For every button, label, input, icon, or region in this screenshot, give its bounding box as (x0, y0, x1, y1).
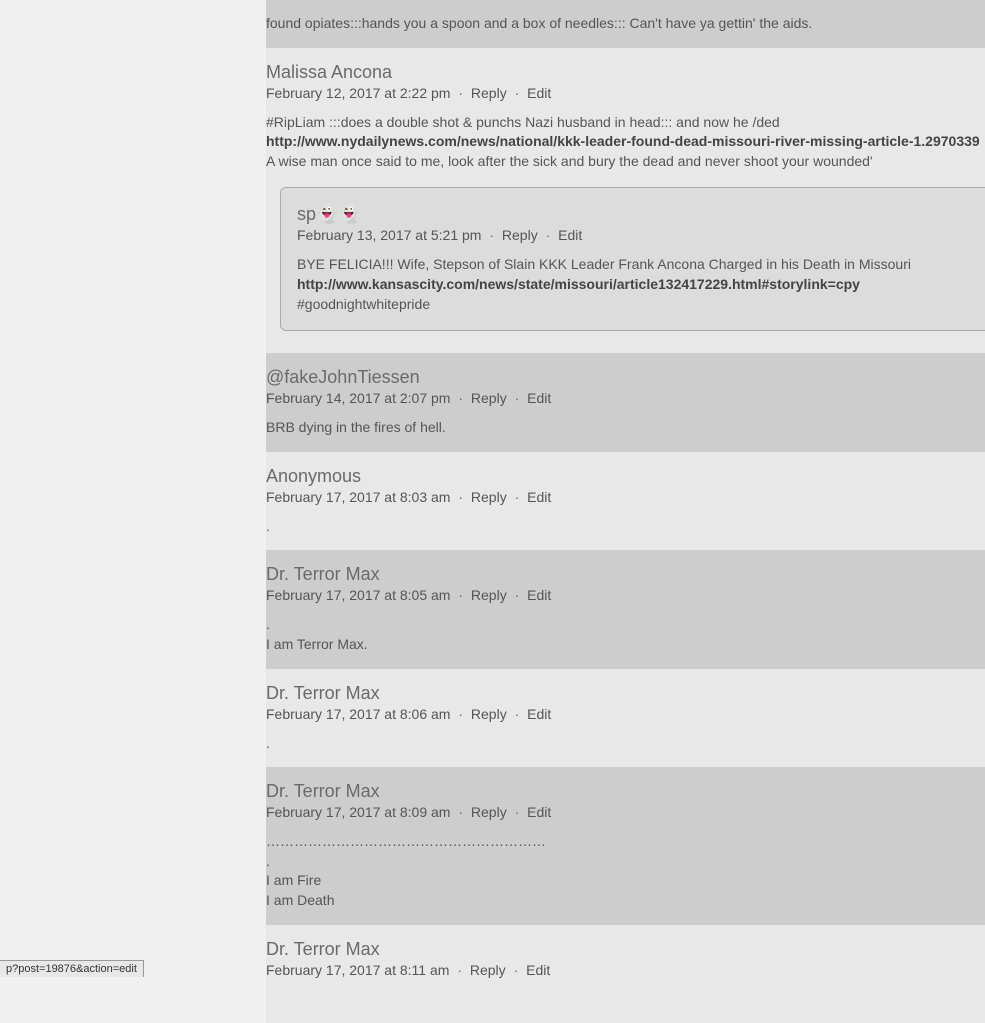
comment-author: sp👻👻 (297, 204, 985, 225)
comment-text: A wise man once said to me, look after t… (266, 152, 985, 172)
comment-text: found opiates:::hands you a spoon and a … (266, 14, 985, 34)
comment-timestamp-link[interactable]: February 17, 2017 at 8:09 am (266, 804, 450, 820)
comment-text: I am Fire (266, 871, 985, 891)
comment-timestamp-link[interactable]: February 17, 2017 at 8:06 am (266, 706, 450, 722)
reply-link[interactable]: Reply (502, 227, 538, 243)
comment: Dr. Terror Max February 17, 2017 at 8:09… (266, 767, 985, 924)
separator-icon: · (458, 390, 463, 406)
comment-text: . (266, 615, 985, 635)
separator-icon: · (515, 489, 520, 505)
comment: found opiates:::hands you a spoon and a … (266, 0, 985, 48)
comment-body: BYE FELICIA!!! Wife, Stepson of Slain KK… (297, 255, 985, 314)
comment-author: Dr. Terror Max (266, 781, 985, 802)
edit-link[interactable]: Edit (527, 804, 551, 820)
comment-author: Dr. Terror Max (266, 683, 985, 704)
edit-link[interactable]: Edit (527, 587, 551, 603)
comment-external-link[interactable]: http://www.kansascity.com/news/state/mis… (297, 276, 860, 292)
comment-text: …………………………………………………… (266, 832, 985, 852)
comment: @fakeJohnTiessen February 14, 2017 at 2:… (266, 353, 985, 452)
edit-link[interactable]: Edit (527, 390, 551, 406)
separator-icon: · (458, 587, 463, 603)
comment-meta: February 13, 2017 at 5:21 pm · Reply · E… (297, 227, 985, 243)
separator-icon: · (458, 706, 463, 722)
comment-timestamp-link[interactable]: February 17, 2017 at 8:05 am (266, 587, 450, 603)
comment-meta: February 12, 2017 at 2:22 pm · Reply · E… (266, 85, 985, 101)
comments-list: found opiates:::hands you a spoon and a … (266, 0, 985, 1023)
reply-link[interactable]: Reply (471, 489, 507, 505)
comment-text: . (266, 734, 985, 754)
comment-body (266, 990, 985, 1010)
comment: Dr. Terror Max February 17, 2017 at 8:11… (266, 925, 985, 1023)
reply-link[interactable]: Reply (470, 962, 506, 978)
comment: Malissa Ancona February 12, 2017 at 2:22… (266, 48, 985, 354)
edit-link[interactable]: Edit (526, 962, 550, 978)
reply-link[interactable]: Reply (471, 390, 507, 406)
separator-icon: · (515, 706, 520, 722)
comment-meta: February 17, 2017 at 8:05 am · Reply · E… (266, 587, 985, 603)
separator-icon: · (514, 962, 519, 978)
comment-meta: February 17, 2017 at 8:03 am · Reply · E… (266, 489, 985, 505)
separator-icon: · (458, 804, 463, 820)
comment-text: BRB dying in the fires of hell. (266, 418, 985, 438)
comment-author: @fakeJohnTiessen (266, 367, 985, 388)
comment-text: #RipLiam :::does a double shot & punchs … (266, 113, 985, 133)
edit-link[interactable]: Edit (558, 227, 582, 243)
comment-text: I am Terror Max. (266, 635, 985, 655)
separator-icon: · (458, 85, 463, 101)
comment-body: #RipLiam :::does a double shot & punchs … (266, 113, 985, 172)
comment-meta: February 14, 2017 at 2:07 pm · Reply · E… (266, 390, 985, 406)
comment: Anonymous February 17, 2017 at 8:03 am ·… (266, 452, 985, 551)
separator-icon: · (489, 227, 494, 243)
comment-text: . (266, 852, 985, 872)
separator-icon: · (515, 85, 520, 101)
comment-author: Malissa Ancona (266, 62, 985, 83)
comment-timestamp-link[interactable]: February 17, 2017 at 8:11 am (266, 962, 449, 978)
separator-icon: · (546, 227, 551, 243)
edit-link[interactable]: Edit (527, 489, 551, 505)
separator-icon: · (457, 962, 462, 978)
comment-text: . (266, 517, 985, 537)
comment-timestamp-link[interactable]: February 17, 2017 at 8:03 am (266, 489, 450, 505)
edit-link[interactable]: Edit (527, 85, 551, 101)
browser-status-bar: p?post=19876&action=edit (0, 960, 144, 977)
comment-body: BRB dying in the fires of hell. (266, 418, 985, 438)
reply-link[interactable]: Reply (471, 706, 507, 722)
comment-timestamp-link[interactable]: February 12, 2017 at 2:22 pm (266, 85, 450, 101)
reply-link[interactable]: Reply (471, 587, 507, 603)
comment-body: . (266, 734, 985, 754)
comment-body: .I am Terror Max. (266, 615, 985, 654)
separator-icon: · (458, 489, 463, 505)
comment: Dr. Terror Max February 17, 2017 at 8:05… (266, 550, 985, 668)
reply-link[interactable]: Reply (471, 804, 507, 820)
comment-author: Anonymous (266, 466, 985, 487)
comment-timestamp-link[interactable]: February 14, 2017 at 2:07 pm (266, 390, 450, 406)
edit-link[interactable]: Edit (527, 706, 551, 722)
comment-text (266, 990, 985, 1010)
comment-text: BYE FELICIA!!! Wife, Stepson of Slain KK… (297, 255, 985, 275)
comment-meta: February 17, 2017 at 8:09 am · Reply · E… (266, 804, 985, 820)
separator-icon: · (515, 587, 520, 603)
nested-comment: sp👻👻 February 13, 2017 at 5:21 pm · Repl… (280, 187, 985, 331)
comment-author: Dr. Terror Max (266, 939, 985, 960)
comment-external-link[interactable]: http://www.nydailynews.com/news/national… (266, 133, 980, 149)
comment-text: #goodnightwhitepride (297, 295, 985, 315)
comment-author: Dr. Terror Max (266, 564, 985, 585)
reply-link[interactable]: Reply (471, 85, 507, 101)
comment-text: I am Death (266, 891, 985, 911)
comment-timestamp-link[interactable]: February 13, 2017 at 5:21 pm (297, 227, 481, 243)
comment-body: …………………………………………………….I am FireI am Death (266, 832, 985, 910)
comment-meta: February 17, 2017 at 8:06 am · Reply · E… (266, 706, 985, 722)
comment-meta: February 17, 2017 at 8:11 am · Reply · E… (266, 962, 985, 978)
separator-icon: · (515, 804, 520, 820)
comment: Dr. Terror Max February 17, 2017 at 8:06… (266, 669, 985, 768)
comment-body: . (266, 517, 985, 537)
separator-icon: · (515, 390, 520, 406)
comment-body: found opiates:::hands you a spoon and a … (266, 14, 985, 34)
